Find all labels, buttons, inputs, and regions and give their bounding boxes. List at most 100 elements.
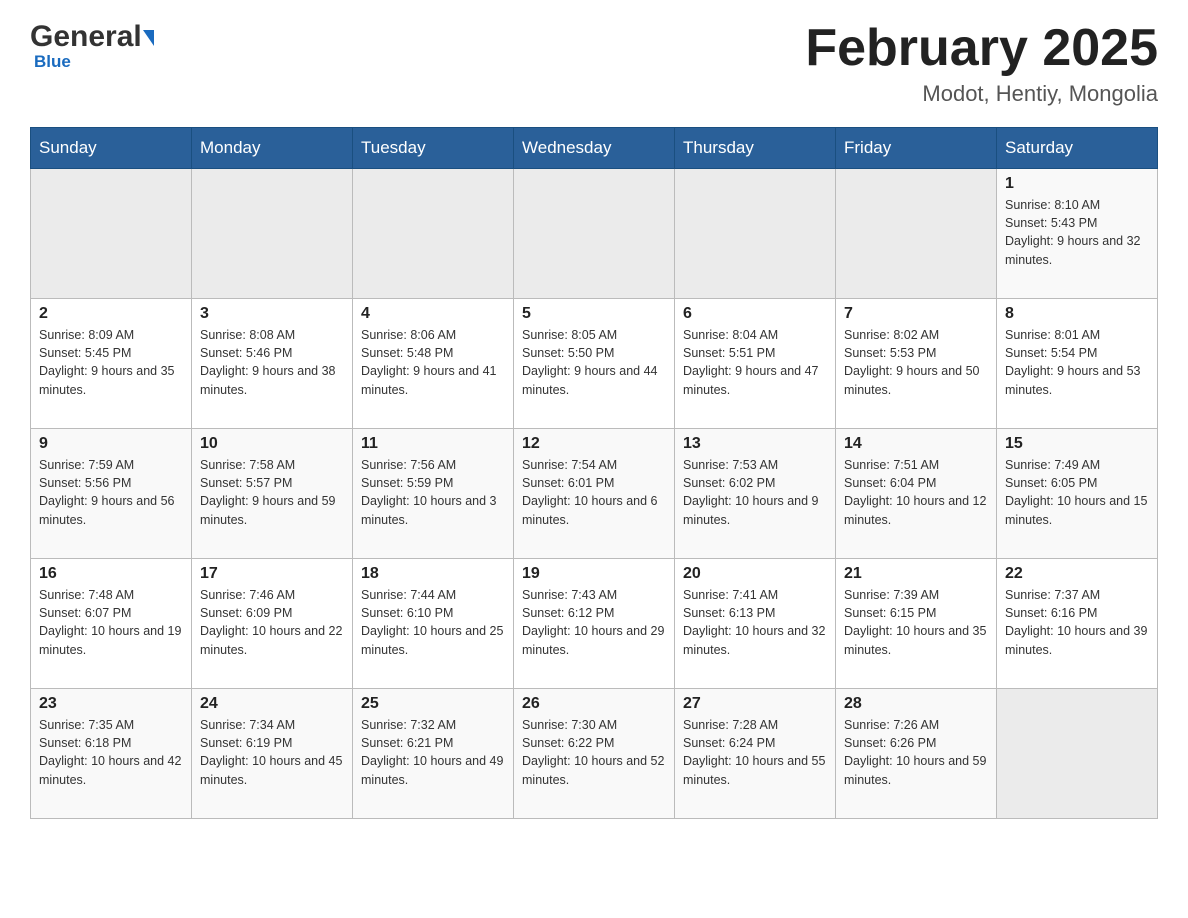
day-number: 17 — [200, 565, 344, 583]
day-info: Sunrise: 7:28 AMSunset: 6:24 PMDaylight:… — [683, 716, 827, 789]
calendar-cell: 23 Sunrise: 7:35 AMSunset: 6:18 PMDayligh… — [31, 689, 192, 819]
calendar-cell: 28 Sunrise: 7:26 AMSunset: 6:26 PMDayligh… — [836, 689, 997, 819]
weekday-header-monday: Monday — [192, 128, 353, 169]
calendar-cell: 22 Sunrise: 7:37 AMSunset: 6:16 PMDayligh… — [997, 559, 1158, 689]
day-number: 28 — [844, 695, 988, 713]
day-info: Sunrise: 7:37 AMSunset: 6:16 PMDaylight:… — [1005, 586, 1149, 659]
day-info: Sunrise: 7:53 AMSunset: 6:02 PMDaylight:… — [683, 456, 827, 529]
day-number: 12 — [522, 435, 666, 453]
logo-accent-text: Blue — [34, 52, 71, 72]
day-info: Sunrise: 7:35 AMSunset: 6:18 PMDaylight:… — [39, 716, 183, 789]
day-number: 20 — [683, 565, 827, 583]
logo-triangle-icon — [143, 30, 154, 46]
weekday-header-row: SundayMondayTuesdayWednesdayThursdayFrid… — [31, 128, 1158, 169]
calendar-cell — [514, 169, 675, 299]
calendar-cell: 24 Sunrise: 7:34 AMSunset: 6:19 PMDayligh… — [192, 689, 353, 819]
day-number: 8 — [1005, 305, 1149, 323]
weekday-header-tuesday: Tuesday — [353, 128, 514, 169]
day-info: Sunrise: 7:59 AMSunset: 5:56 PMDaylight:… — [39, 456, 183, 529]
weekday-header-sunday: Sunday — [31, 128, 192, 169]
calendar-cell — [192, 169, 353, 299]
calendar-cell: 2 Sunrise: 8:09 AMSunset: 5:45 PMDaylight… — [31, 299, 192, 429]
calendar-cell — [31, 169, 192, 299]
day-info: Sunrise: 7:56 AMSunset: 5:59 PMDaylight:… — [361, 456, 505, 529]
day-number: 2 — [39, 305, 183, 323]
day-number: 4 — [361, 305, 505, 323]
day-number: 7 — [844, 305, 988, 323]
calendar-cell: 11Sunrise: 7:56 AMSunset: 5:59 PMDayligh… — [353, 429, 514, 559]
calendar-cell: 3 Sunrise: 8:08 AMSunset: 5:46 PMDaylight… — [192, 299, 353, 429]
day-info: Sunrise: 8:01 AMSunset: 5:54 PMDaylight:… — [1005, 326, 1149, 399]
calendar-cell: 4 Sunrise: 8:06 AMSunset: 5:48 PMDaylight… — [353, 299, 514, 429]
day-number: 27 — [683, 695, 827, 713]
weekday-header-wednesday: Wednesday — [514, 128, 675, 169]
day-info: Sunrise: 7:39 AMSunset: 6:15 PMDaylight:… — [844, 586, 988, 659]
calendar-cell: 1 Sunrise: 8:10 AMSunset: 5:43 PMDaylight… — [997, 169, 1158, 299]
calendar-week-row: 23 Sunrise: 7:35 AMSunset: 6:18 PMDayligh… — [31, 689, 1158, 819]
day-info: Sunrise: 7:49 AMSunset: 6:05 PMDaylight:… — [1005, 456, 1149, 529]
weekday-header-saturday: Saturday — [997, 128, 1158, 169]
calendar-cell: 6 Sunrise: 8:04 AMSunset: 5:51 PMDaylight… — [675, 299, 836, 429]
day-number: 3 — [200, 305, 344, 323]
day-info: Sunrise: 7:32 AMSunset: 6:21 PMDaylight:… — [361, 716, 505, 789]
calendar-week-row: 2 Sunrise: 8:09 AMSunset: 5:45 PMDaylight… — [31, 299, 1158, 429]
day-info: Sunrise: 7:58 AMSunset: 5:57 PMDaylight:… — [200, 456, 344, 529]
calendar-cell: 20Sunrise: 7:41 AMSunset: 6:13 PMDayligh… — [675, 559, 836, 689]
calendar-cell: 14 Sunrise: 7:51 AMSunset: 6:04 PMDayligh… — [836, 429, 997, 559]
day-number: 21 — [844, 565, 988, 583]
day-info: Sunrise: 8:02 AMSunset: 5:53 PMDaylight:… — [844, 326, 988, 399]
calendar-cell: 25 Sunrise: 7:32 AMSunset: 6:21 PMDayligh… — [353, 689, 514, 819]
calendar-cell: 26 Sunrise: 7:30 AMSunset: 6:22 PMDayligh… — [514, 689, 675, 819]
calendar-cell — [353, 169, 514, 299]
calendar-cell: 18 Sunrise: 7:44 AMSunset: 6:10 PMDayligh… — [353, 559, 514, 689]
day-number: 16 — [39, 565, 183, 583]
calendar-cell: 9Sunrise: 7:59 AMSunset: 5:56 PMDaylight… — [31, 429, 192, 559]
calendar-cell: 17 Sunrise: 7:46 AMSunset: 6:09 PMDayligh… — [192, 559, 353, 689]
day-number: 25 — [361, 695, 505, 713]
weekday-header-friday: Friday — [836, 128, 997, 169]
calendar-cell: 10 Sunrise: 7:58 AMSunset: 5:57 PMDayligh… — [192, 429, 353, 559]
day-info: Sunrise: 7:30 AMSunset: 6:22 PMDaylight:… — [522, 716, 666, 789]
calendar-cell: 12Sunrise: 7:54 AMSunset: 6:01 PMDayligh… — [514, 429, 675, 559]
day-info: Sunrise: 7:51 AMSunset: 6:04 PMDaylight:… — [844, 456, 988, 529]
day-number: 15 — [1005, 435, 1149, 453]
calendar-cell: 15 Sunrise: 7:49 AMSunset: 6:05 PMDayligh… — [997, 429, 1158, 559]
day-info: Sunrise: 7:34 AMSunset: 6:19 PMDaylight:… — [200, 716, 344, 789]
day-number: 23 — [39, 695, 183, 713]
day-number: 13 — [683, 435, 827, 453]
day-number: 10 — [200, 435, 344, 453]
day-info: Sunrise: 8:10 AMSunset: 5:43 PMDaylight:… — [1005, 196, 1149, 269]
day-number: 5 — [522, 305, 666, 323]
calendar-title: February 2025 — [805, 20, 1158, 77]
day-number: 24 — [200, 695, 344, 713]
calendar-cell: 19Sunrise: 7:43 AMSunset: 6:12 PMDayligh… — [514, 559, 675, 689]
day-number: 6 — [683, 305, 827, 323]
day-number: 22 — [1005, 565, 1149, 583]
day-info: Sunrise: 7:46 AMSunset: 6:09 PMDaylight:… — [200, 586, 344, 659]
title-area: February 2025 Modot, Hentiy, Mongolia — [805, 20, 1158, 107]
day-number: 1 — [1005, 175, 1149, 193]
calendar-subtitle: Modot, Hentiy, Mongolia — [805, 81, 1158, 107]
calendar-cell — [836, 169, 997, 299]
logo: General Blue — [30, 20, 154, 72]
day-info: Sunrise: 7:48 AMSunset: 6:07 PMDaylight:… — [39, 586, 183, 659]
day-info: Sunrise: 7:26 AMSunset: 6:26 PMDaylight:… — [844, 716, 988, 789]
calendar-week-row: 16 Sunrise: 7:48 AMSunset: 6:07 PMDayligh… — [31, 559, 1158, 689]
calendar-cell: 7 Sunrise: 8:02 AMSunset: 5:53 PMDaylight… — [836, 299, 997, 429]
day-number: 18 — [361, 565, 505, 583]
day-number: 14 — [844, 435, 988, 453]
day-info: Sunrise: 8:08 AMSunset: 5:46 PMDaylight:… — [200, 326, 344, 399]
day-number: 26 — [522, 695, 666, 713]
day-info: Sunrise: 8:06 AMSunset: 5:48 PMDaylight:… — [361, 326, 505, 399]
calendar-cell: 21 Sunrise: 7:39 AMSunset: 6:15 PMDayligh… — [836, 559, 997, 689]
day-info: Sunrise: 8:04 AMSunset: 5:51 PMDaylight:… — [683, 326, 827, 399]
calendar-cell — [675, 169, 836, 299]
calendar-cell — [997, 689, 1158, 819]
day-info: Sunrise: 8:09 AMSunset: 5:45 PMDaylight:… — [39, 326, 183, 399]
day-info: Sunrise: 7:44 AMSunset: 6:10 PMDaylight:… — [361, 586, 505, 659]
calendar-cell: 5Sunrise: 8:05 AMSunset: 5:50 PMDaylight… — [514, 299, 675, 429]
calendar-table: SundayMondayTuesdayWednesdayThursdayFrid… — [30, 127, 1158, 819]
page-header: General Blue February 2025 Modot, Hentiy… — [30, 20, 1158, 107]
calendar-cell: 16 Sunrise: 7:48 AMSunset: 6:07 PMDayligh… — [31, 559, 192, 689]
calendar-cell: 27 Sunrise: 7:28 AMSunset: 6:24 PMDayligh… — [675, 689, 836, 819]
